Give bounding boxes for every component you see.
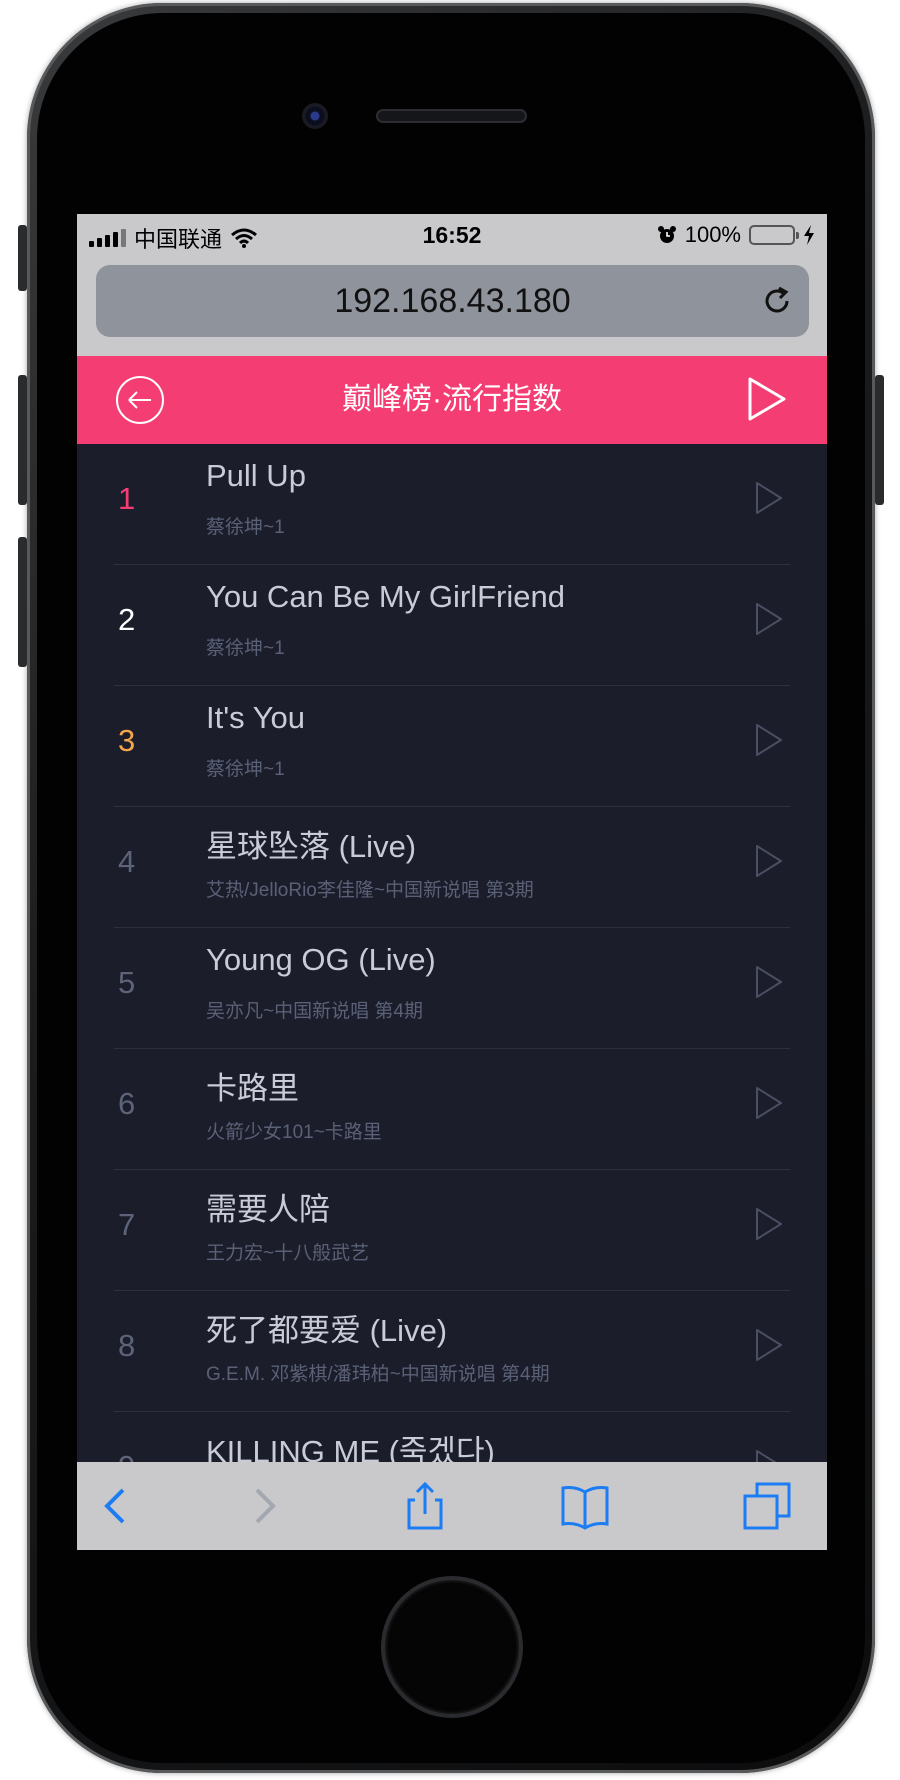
song-rank: 4: [118, 844, 136, 879]
song-play-icon[interactable]: [754, 1327, 784, 1363]
volume-down-button: [18, 537, 27, 667]
song-rank: 1: [118, 481, 136, 516]
song-play-icon[interactable]: [754, 722, 784, 758]
song-title: You Can Be My GirlFriend: [206, 579, 565, 614]
battery-icon: [749, 225, 799, 245]
song-play-icon[interactable]: [754, 964, 784, 1000]
front-camera: [302, 103, 328, 129]
song-artist: 艾热/JelloRio李佳隆~中国新说唱 第3期: [206, 880, 534, 901]
song-title: 星球坠落 (Live): [206, 829, 417, 864]
song-rank: 7: [118, 1207, 136, 1242]
page-header: 巅峰榜·流行指数: [77, 356, 827, 444]
address-bar[interactable]: 192.168.43.180: [96, 265, 809, 337]
alarm-icon: [657, 226, 676, 243]
song-play-icon[interactable]: [754, 480, 784, 516]
song-title: 死了都要爱 (Live): [206, 1313, 448, 1348]
song-row[interactable]: 4 星球坠落 (Live) 艾热/JelloRio李佳隆~中国新说唱 第3期: [114, 807, 790, 928]
song-title: Pull Up: [206, 458, 306, 493]
song-row[interactable]: 6 卡路里火箭少女101~卡路里: [114, 1049, 790, 1170]
tabs-icon[interactable]: [741, 1480, 793, 1532]
charging-icon: [804, 225, 814, 245]
bookmarks-icon[interactable]: [559, 1480, 611, 1532]
mute-switch: [18, 225, 27, 291]
song-artist: 蔡徐坤~1: [206, 638, 285, 659]
song-row[interactable]: 1 Pull Up 蔡徐坤~1: [114, 444, 790, 565]
nav-back-icon[interactable]: [91, 1480, 143, 1532]
earpiece-speaker: [376, 109, 527, 123]
song-row[interactable]: 2 You Can Be My GirlFriend 蔡徐坤~1: [114, 565, 790, 686]
url-text: 192.168.43.180: [334, 281, 571, 320]
song-play-icon[interactable]: [754, 1085, 784, 1121]
browser-toolbar: [77, 1462, 827, 1550]
song-title: 需要人陪: [206, 1192, 330, 1227]
song-row[interactable]: 7 需要人陪王力宏~十八般武艺: [114, 1170, 790, 1291]
status-bar: 中国联通 16:52 100%: [77, 214, 827, 254]
song-artist: 吴亦凡~中国新说唱 第4期: [206, 1001, 423, 1022]
song-list: 1 Pull Up 蔡徐坤~1 2 You Can Be My GirlFriend 蔡徐…: [77, 444, 827, 1533]
song-play-icon[interactable]: [754, 1206, 784, 1242]
song-row[interactable]: 3 It's You 蔡徐坤~1: [114, 686, 790, 807]
battery-percent: 100%: [684, 222, 741, 247]
song-title: Young OG (Live): [206, 942, 436, 977]
song-title: It's You: [206, 700, 306, 735]
song-artist: 蔡徐坤~1: [206, 517, 285, 538]
play-all-icon[interactable]: [747, 376, 787, 422]
browser-address-area: 192.168.43.180: [77, 254, 827, 356]
phone-screen: 中国联通 16:52 100% 192.168.43.180 巅峰榜·流行指数 …: [77, 214, 827, 1550]
song-play-icon[interactable]: [754, 843, 784, 879]
song-row[interactable]: 8 死了都要爱 (Live) G.E.M. 邓紫棋/潘玮柏~中国新说唱 第4期: [114, 1291, 790, 1412]
page-title: 巅峰榜·流行指数: [342, 383, 562, 416]
song-rank: 8: [118, 1328, 136, 1363]
song-rank: 3: [118, 723, 136, 758]
volume-up-button: [18, 375, 27, 505]
home-button[interactable]: [385, 1580, 519, 1714]
song-rank: 5: [118, 965, 136, 1000]
song-rank: 2: [118, 602, 136, 637]
song-title: 卡路里: [206, 1071, 299, 1106]
share-icon[interactable]: [399, 1480, 451, 1532]
song-rank: 6: [118, 1086, 136, 1121]
song-artist: 火箭少女101~卡路里: [206, 1122, 382, 1143]
song-artist: 蔡徐坤~1: [206, 759, 285, 780]
power-button: [875, 375, 884, 505]
song-artist: G.E.M. 邓紫棋/潘玮柏~中国新说唱 第4期: [206, 1364, 550, 1385]
song-play-icon[interactable]: [754, 601, 784, 637]
song-row[interactable]: 5 Young OG (Live) 吴亦凡~中国新说唱 第4期: [114, 928, 790, 1049]
reload-icon[interactable]: [759, 283, 795, 319]
nav-forward-icon[interactable]: [237, 1480, 289, 1532]
song-artist: 王力宏~十八般武艺: [206, 1243, 370, 1264]
